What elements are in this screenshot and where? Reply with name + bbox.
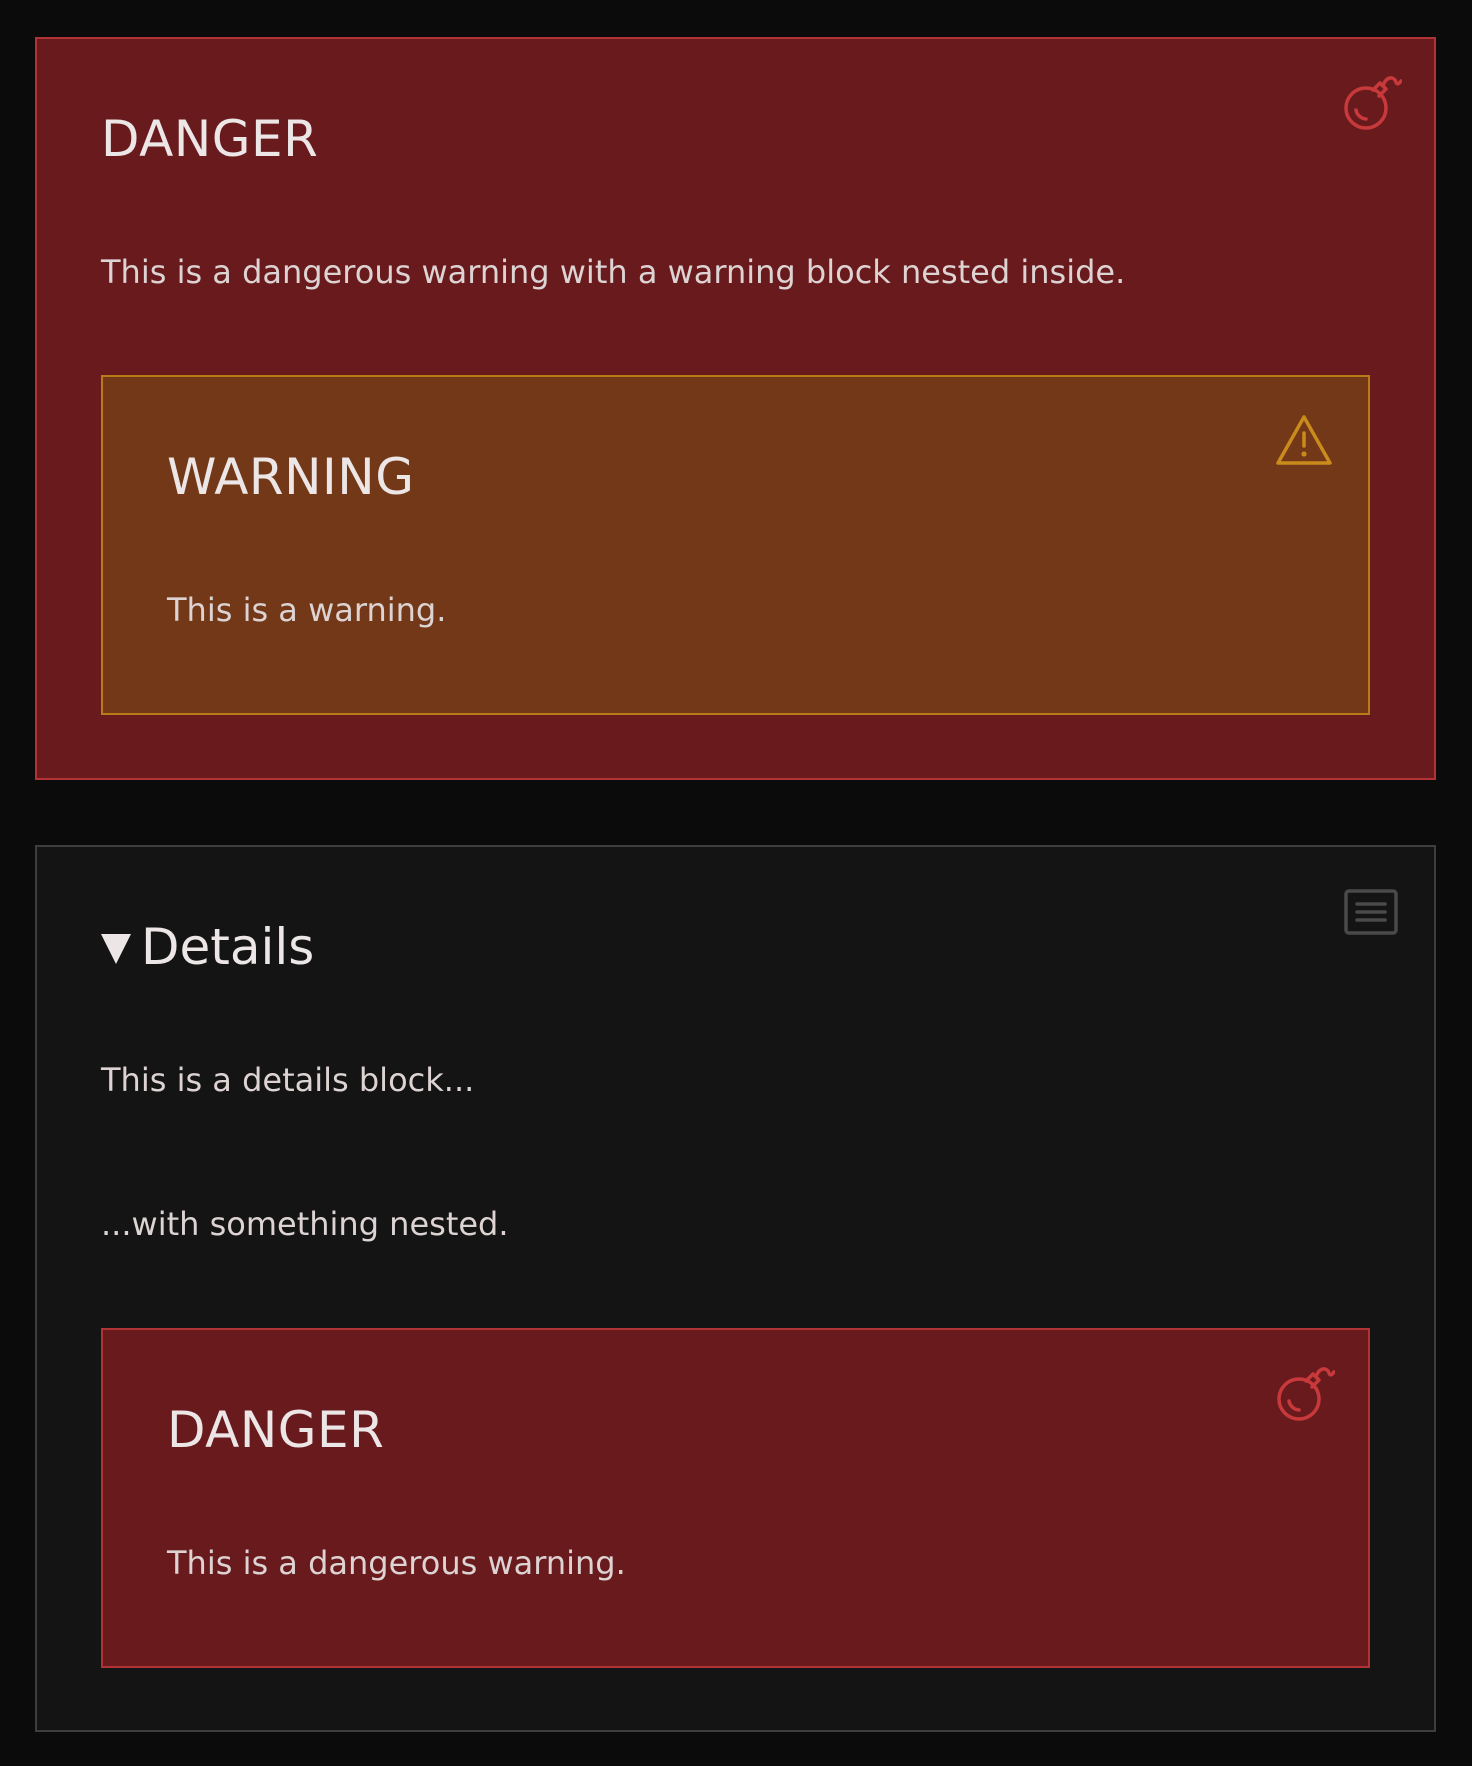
bomb-icon (1344, 76, 1402, 130)
nested-danger-body: This is a dangerous warning. (167, 1544, 626, 1582)
details-summary[interactable]: Details (101, 922, 314, 972)
details-block: Details This is a details block... ...wi… (35, 845, 1436, 1732)
danger-body: This is a dangerous warning with a warni… (101, 253, 1126, 291)
bomb-icon (1277, 1367, 1335, 1421)
warning-title: WARNING (167, 448, 415, 506)
warning-callout: WARNING This is a warning. (101, 375, 1370, 715)
danger-title: DANGER (101, 110, 319, 168)
page: DANGER This is a dangerous warning with … (0, 0, 1472, 1766)
details-summary-label: Details (141, 918, 315, 976)
danger-callout: DANGER This is a dangerous warning with … (35, 37, 1436, 780)
details-paragraph-2: ...with something nested. (101, 1205, 509, 1243)
disclosure-triangle-icon (101, 934, 131, 964)
nested-danger-title: DANGER (167, 1401, 385, 1459)
details-paragraph-1: This is a details block... (101, 1061, 475, 1099)
details-list-icon (1344, 889, 1398, 935)
warning-body: This is a warning. (167, 591, 447, 629)
warning-triangle-icon (1276, 415, 1332, 465)
nested-danger-callout: DANGER This is a dangerous warning. (101, 1328, 1370, 1668)
